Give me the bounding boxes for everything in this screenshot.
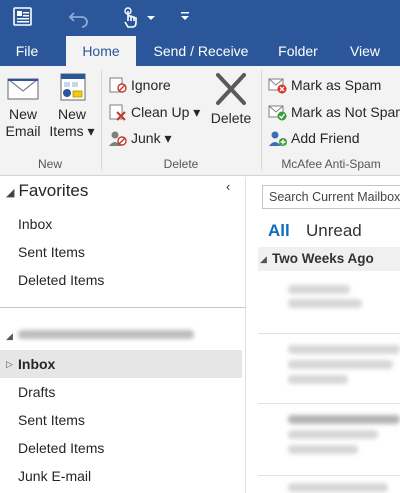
mark-as-not-spam-label: Mark as Not Spam	[291, 104, 400, 120]
ignore-label: Ignore	[131, 77, 171, 93]
folder-sent-items[interactable]: Sent Items	[0, 406, 242, 434]
group-separator	[101, 70, 102, 170]
new-email-label-1: New	[8, 106, 37, 122]
folder-inbox-label: Inbox	[18, 356, 56, 372]
mark-not-spam-icon	[268, 105, 287, 121]
tab-folder[interactable]: Folder	[266, 36, 330, 66]
blurred-subject	[288, 430, 378, 439]
blurred-preview	[288, 445, 358, 454]
date-group-header[interactable]: ◢ Two Weeks Ago	[258, 247, 400, 271]
add-friend-icon	[269, 131, 287, 146]
tab-send-receive[interactable]: Send / Receive	[146, 36, 256, 66]
account-name-blurred	[18, 330, 194, 339]
blurred-subject	[288, 360, 393, 369]
blurred-subject	[288, 299, 362, 308]
filter-all[interactable]: All	[268, 221, 290, 241]
date-group-label: Two Weeks Ago	[272, 251, 374, 266]
ribbon: New Email New Items ▾ New Ignore Clean U…	[0, 66, 400, 176]
collapse-triangle-icon[interactable]: ◢	[6, 187, 14, 199]
favorite-deleted-items[interactable]: Deleted Items	[0, 266, 242, 294]
message-separator	[258, 475, 400, 476]
blurred-sender	[288, 483, 388, 492]
add-friend-button[interactable]: Add Friend	[268, 127, 359, 149]
pane-divider	[0, 307, 246, 308]
ribbon-tabs: File Home Send / Receive Folder View	[0, 36, 400, 67]
message-item[interactable]	[258, 335, 400, 403]
mark-as-spam-button[interactable]: Mark as Spam	[268, 74, 381, 96]
expand-arrow-icon[interactable]: ▷	[6, 350, 13, 378]
filter-unread[interactable]: Unread	[306, 221, 362, 241]
mark-as-spam-label: Mark as Spam	[291, 77, 382, 93]
message-item[interactable]	[258, 405, 400, 473]
junk-label: Junk ▾	[131, 130, 172, 146]
delete-icon	[216, 73, 246, 105]
clean-up-label: Clean Up ▾	[131, 104, 201, 120]
delete-label: Delete	[210, 110, 252, 126]
blurred-sender	[288, 285, 350, 294]
favorites-title: Favorites	[18, 181, 89, 200]
title-bar	[0, 0, 400, 36]
collapse-pane-icon[interactable]: ‹	[226, 179, 230, 194]
folder-drafts[interactable]: Drafts	[0, 378, 242, 406]
collapse-triangle-icon[interactable]: ◢	[260, 247, 267, 271]
blurred-sender	[288, 345, 400, 354]
group-separator	[261, 70, 262, 170]
new-items-icon	[60, 73, 86, 101]
new-items-label-1: New	[57, 106, 86, 122]
junk-button[interactable]: Junk ▾	[108, 127, 172, 149]
tab-home[interactable]: Home	[66, 36, 136, 67]
junk-icon	[109, 131, 127, 146]
touch-mode-icon[interactable]	[120, 6, 142, 28]
outlook-app-icon[interactable]	[12, 6, 34, 28]
group-label-mcafee: McAfee Anti-Spam	[281, 157, 381, 171]
message-item[interactable]	[258, 273, 400, 333]
tab-file[interactable]: File	[0, 36, 54, 66]
mark-spam-icon	[268, 78, 287, 94]
new-email-icon	[7, 78, 39, 100]
message-list: Search Current Mailbox All Unread ◢ Two W…	[258, 177, 400, 493]
favorite-inbox[interactable]: Inbox	[0, 210, 242, 238]
tab-view[interactable]: View	[340, 36, 390, 66]
folder-junk-email[interactable]: Junk E-mail	[0, 462, 242, 490]
group-label-delete: Delete	[163, 157, 199, 171]
ignore-button[interactable]: Ignore	[108, 74, 171, 96]
collapse-triangle-icon[interactable]: ◢	[6, 331, 13, 341]
new-items-button[interactable]: New Items ▾	[48, 72, 96, 140]
message-separator	[258, 403, 400, 404]
clean-up-button[interactable]: Clean Up ▾	[108, 101, 200, 123]
message-separator	[258, 333, 400, 334]
blurred-sender	[288, 415, 400, 424]
blurred-preview	[288, 375, 348, 384]
favorites-header[interactable]: ◢ Favorites	[6, 181, 88, 201]
favorite-sent-items[interactable]: Sent Items	[0, 238, 242, 266]
new-email-label-2: Email	[5, 123, 41, 139]
new-items-label-2: Items ▾	[49, 123, 95, 139]
delete-button[interactable]: Delete	[206, 72, 256, 127]
folder-pane: ◢ Favorites ‹ Inbox Sent Items Deleted It…	[0, 177, 246, 493]
account-header[interactable]: ◢	[6, 327, 196, 341]
mark-as-not-spam-button[interactable]: Mark as Not Spam	[268, 101, 400, 123]
ignore-icon	[109, 77, 127, 93]
new-email-button[interactable]: New Email	[2, 72, 44, 140]
add-friend-label: Add Friend	[291, 130, 360, 146]
group-label-new: New	[37, 157, 62, 171]
chevron-down-icon[interactable]	[146, 6, 168, 28]
undo-icon[interactable]	[68, 6, 90, 28]
clean-up-icon	[109, 104, 126, 121]
customize-toolbar-icon[interactable]	[178, 6, 200, 28]
folder-inbox[interactable]: ▷ Inbox	[0, 350, 242, 378]
search-input[interactable]: Search Current Mailbox	[262, 185, 400, 209]
folder-deleted-items[interactable]: Deleted Items	[0, 434, 242, 462]
